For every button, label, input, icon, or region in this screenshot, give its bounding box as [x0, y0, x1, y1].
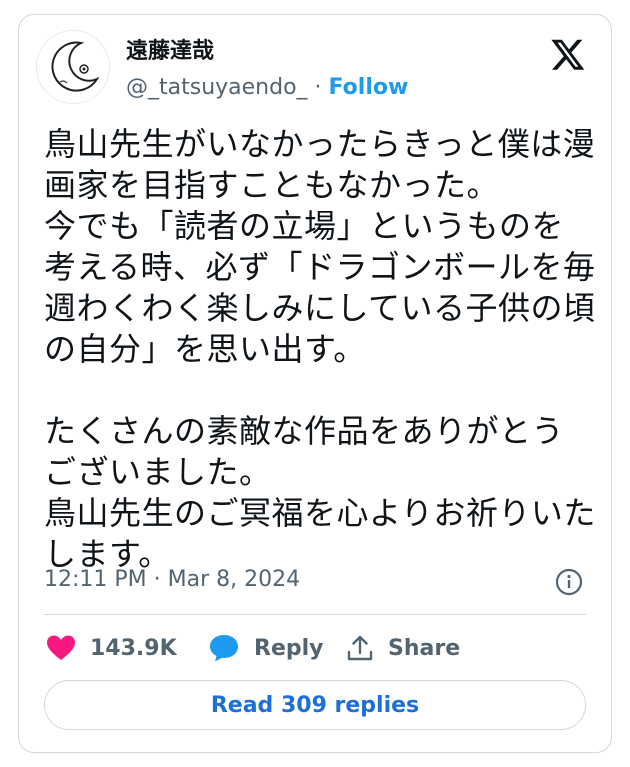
tweet-text: 鳥山先生がいなかったらきっと僕は漫 画家を目指すこともなかった。 今でも「読者の…: [44, 124, 599, 575]
handle[interactable]: @_tatsuyaendo_: [126, 75, 308, 100]
share-button[interactable]: Share: [346, 632, 460, 664]
read-replies-button[interactable]: Read 309 replies: [44, 680, 586, 730]
display-name[interactable]: 遠藤達哉: [126, 38, 214, 66]
reply-label: Reply: [254, 635, 324, 661]
like-count: 143.9K: [90, 635, 177, 661]
separator: ·: [314, 75, 322, 100]
info-icon[interactable]: [555, 568, 583, 596]
share-label: Share: [388, 635, 461, 661]
tweet-paragraph: 鳥山先生がいなかったらきっと僕は漫 画家を目指すこともなかった。 今でも「読者の…: [44, 125, 596, 368]
timestamp[interactable]: 12:11 PM · Mar 8, 2024: [44, 566, 300, 594]
heart-icon: [47, 635, 75, 660]
like-button[interactable]: 143.9K: [46, 632, 177, 664]
reply-button[interactable]: Reply: [208, 632, 324, 664]
divider: [44, 614, 586, 615]
share-icon: [347, 635, 373, 661]
handle-row: @_tatsuyaendo_ · Follow: [126, 74, 408, 102]
follow-button[interactable]: Follow: [329, 75, 409, 100]
speech-bubble-icon: [210, 635, 238, 662]
avatar[interactable]: [36, 30, 110, 104]
tweet-paragraph: たくさんの素敵な作品をありがとう ございました。 鳥山先生のご冥福を心よりお祈り…: [44, 412, 596, 573]
x-logo-icon[interactable]: [550, 36, 586, 72]
